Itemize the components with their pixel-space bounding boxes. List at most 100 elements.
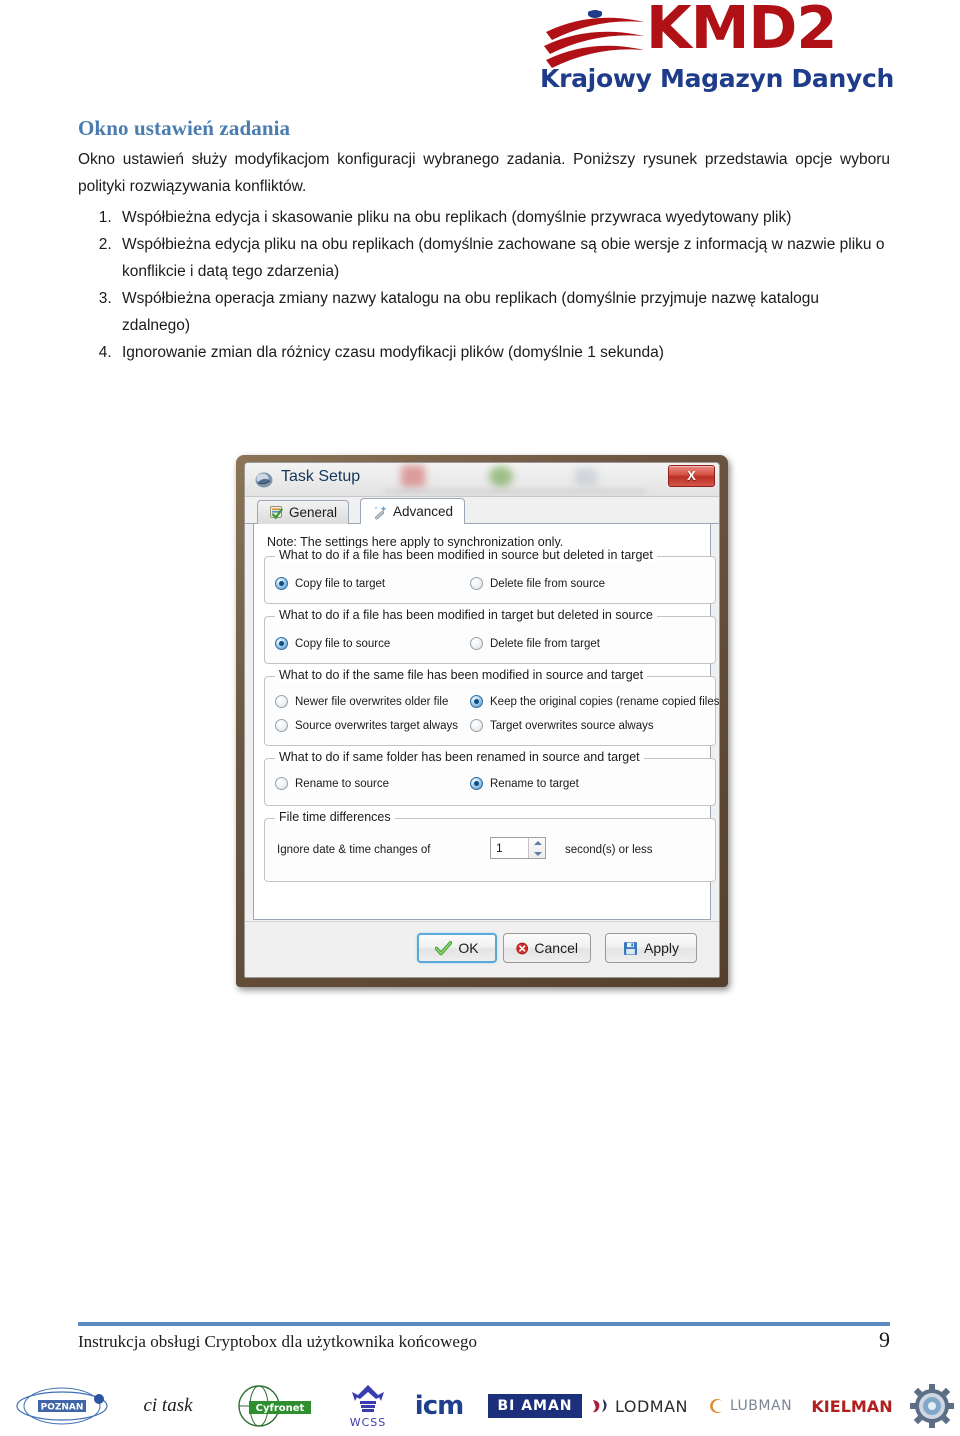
cyfronet-logo: Cyfronet <box>228 1378 324 1434</box>
radio-option[interactable]: Keep the original copies (rename copied … <box>470 695 719 708</box>
radio-option[interactable]: Source overwrites target always <box>275 719 458 732</box>
radio-label: Target overwrites source always <box>490 719 654 732</box>
cancel-button[interactable]: Cancel <box>503 933 591 963</box>
group-same-folder-renamed-both: What to do if same folder has been renam… <box>264 750 716 806</box>
tab-general[interactable]: General <box>257 500 350 525</box>
lubman-logo: LUBMAN <box>700 1378 800 1434</box>
clipboard-check-icon <box>270 506 283 520</box>
icm-logo: icm <box>400 1378 478 1434</box>
lodman-logo: LODMAN <box>586 1378 692 1434</box>
tab-advanced-label: Advanced <box>393 504 454 519</box>
poznan-logo-text: POZNAN <box>41 1403 84 1413</box>
radio-button[interactable] <box>470 577 483 590</box>
background-toolbar-blur <box>385 489 645 494</box>
radio-label: Copy file to target <box>295 577 386 590</box>
kielman-logo: KIELMAN <box>806 1378 898 1434</box>
quantity-stepper[interactable]: 1 <box>490 837 546 859</box>
dialog-title: Task Setup <box>281 468 361 485</box>
radio-button[interactable] <box>275 695 288 708</box>
dialog-button-bar: OK Cancel Apply <box>245 921 719 977</box>
page-title: Okno ustawień zadania <box>78 116 291 140</box>
kmd-wordmark: KMD2 <box>646 0 837 62</box>
group-title: File time differences <box>275 810 395 824</box>
cancel-button-label: Cancel <box>534 940 578 956</box>
floppy-disk-icon <box>623 941 637 955</box>
cyfronet-logo-text: Cyfronet <box>256 1403 305 1414</box>
tab-general-label: General <box>289 505 338 520</box>
apply-button[interactable]: Apply <box>605 933 697 963</box>
kmd2-logo: KMD2 Krajowy Magazyn Danych <box>538 0 898 102</box>
lodman-logo-text: LODMAN <box>615 1396 688 1416</box>
radio-label: Rename to source <box>295 777 389 790</box>
wcss-logo-mark <box>352 1385 384 1412</box>
radio-button[interactable] <box>470 637 483 650</box>
group-title: What to do if the same file has been mod… <box>275 668 648 682</box>
radio-button[interactable] <box>470 719 483 732</box>
radio-button[interactable] <box>275 637 288 650</box>
tab-advanced[interactable]: Advanced <box>360 498 466 525</box>
radio-option[interactable]: Delete file from target <box>470 637 600 650</box>
footer-text: Instrukcja obsługi Cryptobox dla użytkow… <box>78 1332 477 1351</box>
stepper-value[interactable]: 1 <box>491 841 528 855</box>
ok-button[interactable]: OK <box>417 933 497 963</box>
ignore-time-label: Ignore date & time changes of <box>277 844 431 856</box>
partner-logo-strip: POZNAN ci task Cyfronet WCSS icm BI AMAN <box>0 1378 960 1436</box>
lubman-logo-text: LUBMAN <box>729 1398 793 1414</box>
radio-label: Delete file from target <box>490 637 600 650</box>
stepper-up-icon[interactable] <box>529 838 545 848</box>
group-title: What to do if same folder has been renam… <box>275 750 644 764</box>
icm-logo-text: icm <box>414 1391 464 1421</box>
radio-option[interactable]: Newer file overwrites older file <box>275 695 448 708</box>
radio-button[interactable] <box>470 695 483 708</box>
ok-button-label: OK <box>458 940 479 956</box>
dialog-titlebar: Task Setup X <box>245 463 719 497</box>
radio-label: Newer file overwrites older file <box>295 695 449 708</box>
radio-option[interactable]: Copy file to source <box>275 637 390 650</box>
radio-button[interactable] <box>275 777 288 790</box>
green-check-icon <box>435 940 453 955</box>
poznan-logo: POZNAN <box>12 1378 116 1434</box>
stepper-down-icon[interactable] <box>529 848 545 858</box>
radio-button[interactable] <box>470 777 483 790</box>
poznan-logo-mark: POZNAN <box>16 1387 108 1425</box>
radio-option[interactable]: Rename to target <box>470 777 579 790</box>
list-item: Ignorowanie zmian dla różnicy czasu mody… <box>116 340 890 367</box>
radio-button[interactable] <box>275 577 288 590</box>
apply-button-label: Apply <box>643 940 680 956</box>
window-frame: Task Setup X General Advanced Note: The … <box>236 455 728 987</box>
group-file-time-differences: File time differences Ignore date & time… <box>264 810 716 882</box>
wcss-logo-text: WCSS <box>349 1416 387 1429</box>
cyfronet-logo-mark: Cyfronet <box>238 1385 311 1427</box>
radio-option[interactable]: Target overwrites source always <box>470 719 654 732</box>
ignore-time-suffix: second(s) or less <box>565 844 653 856</box>
app-window-icon <box>255 472 273 488</box>
document-content: Okno ustawień zadania Okno ustawień służ… <box>78 116 890 367</box>
group-target-modified-source-deleted: What to do if a file has been modified i… <box>264 608 716 664</box>
close-icon[interactable]: X <box>668 465 715 487</box>
radio-label: Source overwrites target always <box>295 719 458 732</box>
radio-label: Rename to target <box>490 777 579 790</box>
background-icon-blur <box>489 466 513 487</box>
window-inner: Task Setup X General Advanced Note: The … <box>244 462 720 978</box>
list-item: Współbieżna edycja i skasowanie pliku na… <box>116 205 890 232</box>
citask-logo-text: ci task <box>143 1395 193 1416</box>
tabstrip: General Advanced <box>245 497 719 525</box>
group-title: What to do if a file has been modified i… <box>275 608 657 622</box>
radio-option[interactable]: Delete file from source <box>470 577 605 590</box>
group-source-modified-target-deleted: What to do if a file has been modified i… <box>264 548 716 604</box>
radio-option[interactable]: Copy file to target <box>275 577 385 590</box>
biaman-logo-text: BI AMAN <box>488 1394 582 1418</box>
radio-option[interactable]: Rename to source <box>275 777 389 790</box>
list-item: Współbieżna edycja pliku na obu replikac… <box>116 232 890 286</box>
lodman-logo-mark <box>593 1399 607 1413</box>
stepper-arrows <box>528 838 545 858</box>
radio-button[interactable] <box>275 719 288 732</box>
group-title: What to do if a file has been modified i… <box>275 548 657 562</box>
page-number: 9 <box>879 1327 890 1352</box>
list-item: Współbieżna operacja zmiany nazwy katalo… <box>116 286 890 340</box>
advanced-tab-panel: Note: The settings here apply to synchro… <box>253 524 719 920</box>
group-same-file-modified-both: What to do if the same file has been mod… <box>264 668 719 746</box>
magic-wand-icon <box>374 505 387 519</box>
footer-divider <box>78 1322 890 1326</box>
kmd-subtitle: Krajowy Magazyn Danych <box>540 64 895 93</box>
